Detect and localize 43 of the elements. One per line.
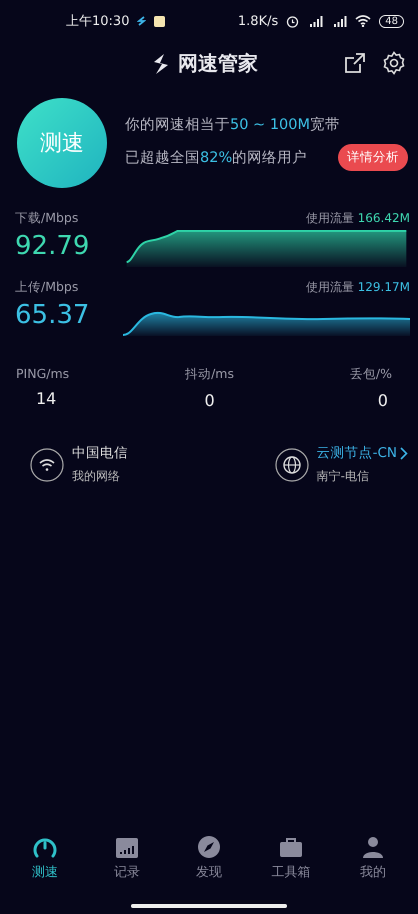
globe-icon: [274, 448, 309, 482]
nav-tab[interactable]: 发现: [174, 834, 244, 882]
data-usage: 使用流量 129.17M: [306, 279, 410, 296]
stat-value: 14: [35, 389, 56, 408]
alarm-icon: [286, 14, 300, 28]
stat-value: 0: [378, 391, 389, 410]
speed-summary: 你的网速相当于50 ~ 100M宽带: [125, 116, 342, 134]
speed-label: 下载/Mbps: [15, 210, 80, 227]
sync-icon: [137, 16, 146, 26]
nav-tab[interactable]: 工具箱: [256, 834, 326, 882]
nav-tab[interactable]: 测速: [10, 834, 80, 882]
nav-tab[interactable]: 我的: [338, 834, 408, 882]
toolbox-icon: [279, 835, 303, 859]
carrier-name: 中国电信: [72, 444, 128, 462]
speed-label: 上传/Mbps: [15, 279, 80, 296]
battery-level: 48: [379, 14, 404, 28]
settings-icon[interactable]: [382, 51, 406, 75]
signal-icon: [331, 15, 348, 27]
nav-tab[interactable]: 记录: [92, 834, 162, 882]
test-node-link[interactable]: 云测节点-CN: [316, 444, 408, 462]
data-usage: 使用流量 166.42M: [306, 210, 410, 227]
network-speed: 1.8K/s: [238, 14, 278, 28]
ranking-summary: 已超越全国 82%的网络用户: [125, 149, 308, 167]
stat-label: 丢包/%: [350, 366, 392, 383]
details-button[interactable]: 详情分析: [338, 144, 408, 171]
note-icon: [154, 16, 166, 26]
node-location: 南宁-电信: [316, 468, 370, 485]
wifi-icon: [355, 15, 372, 27]
speed-value: 92.79: [15, 231, 90, 261]
speed-value: 65.37: [15, 300, 90, 330]
stat-label: 抖动/ms: [185, 366, 234, 383]
wifi-icon: [30, 448, 64, 482]
app-title: 网速管家: [178, 50, 258, 77]
share-icon[interactable]: [344, 52, 366, 74]
status-time: 上午10:30: [66, 13, 130, 30]
network-label: 我的网络: [72, 468, 121, 485]
calendar-chart-icon: [115, 835, 139, 859]
person-icon: [361, 835, 385, 859]
compass-icon: [197, 835, 221, 859]
stat-value: 0: [204, 391, 215, 410]
stat-label: PING/ms: [16, 366, 70, 381]
signal-icon: [307, 15, 324, 27]
chevron-right-icon: [400, 446, 408, 460]
